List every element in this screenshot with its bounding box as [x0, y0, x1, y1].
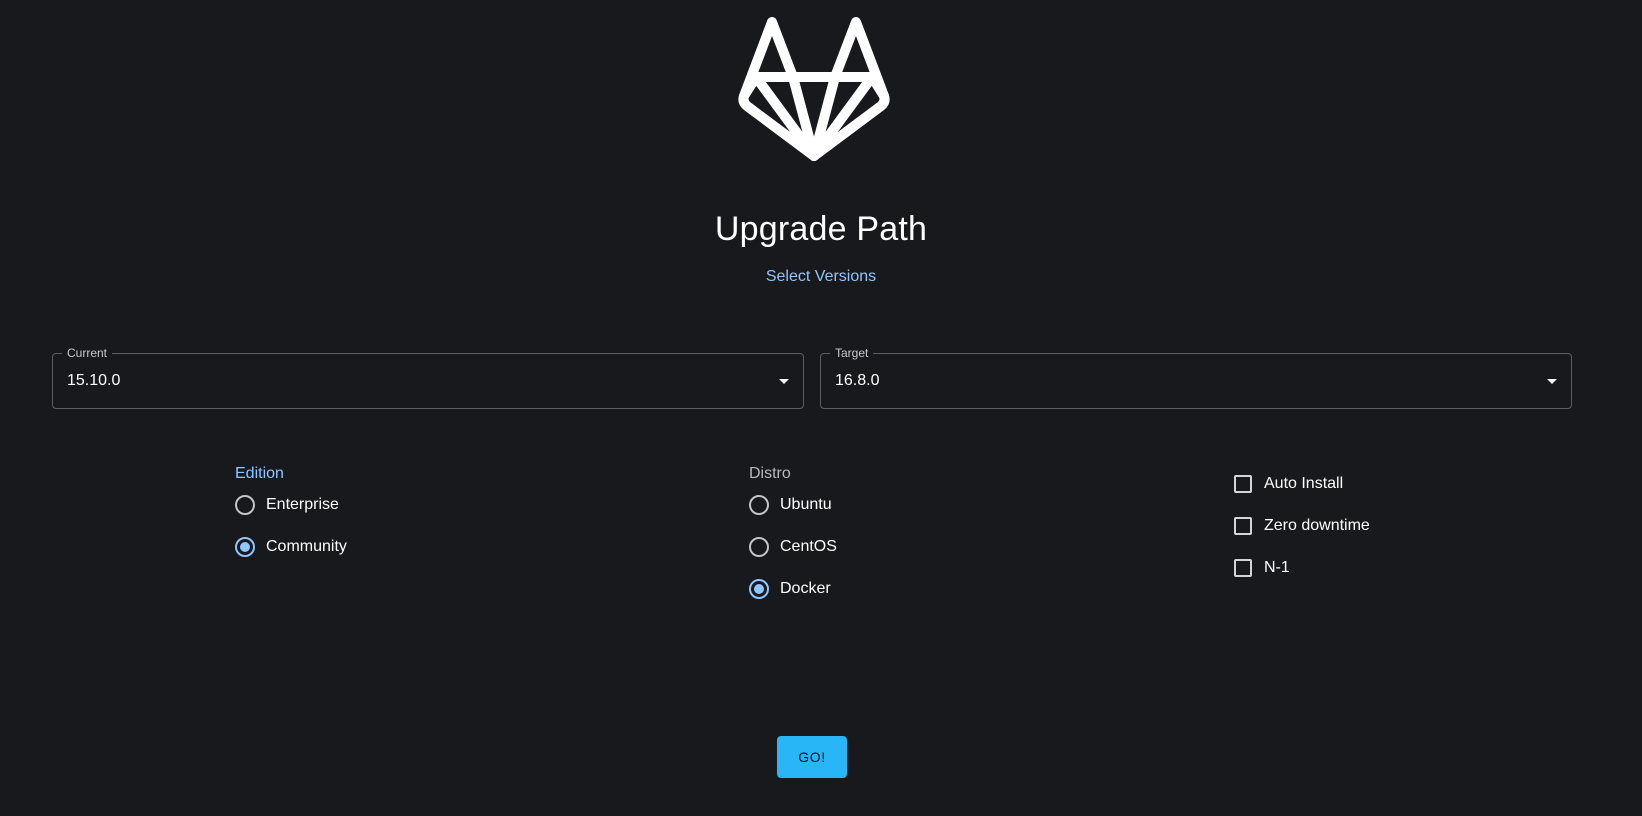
radio-unchecked-icon[interactable]: [235, 495, 255, 515]
checkbox-label: N-1: [1264, 559, 1290, 576]
radio-label: CentOS: [780, 538, 837, 555]
page-title: Upgrade Path: [714, 210, 928, 248]
edition-label: Edition: [235, 465, 284, 482]
checkbox-icon[interactable]: [1234, 517, 1252, 535]
radio-unchecked-icon[interactable]: [749, 537, 769, 557]
current-version-select[interactable]: Current 15.10.0: [52, 346, 804, 409]
dropdown-arrow-icon: [779, 379, 789, 384]
checkbox-label: Zero downtime: [1264, 517, 1370, 534]
target-version-label: Target: [830, 346, 874, 360]
radio-label: Ubuntu: [780, 496, 832, 513]
distro-radio-ubuntu[interactable]: Ubuntu: [749, 493, 832, 517]
upgrade-path-page: Upgrade Path Select Versions Current 15.…: [0, 0, 1642, 816]
edition-radio-community[interactable]: Community: [235, 535, 347, 559]
checkbox-icon[interactable]: [1234, 559, 1252, 577]
edition-radio-enterprise[interactable]: Enterprise: [235, 493, 339, 517]
distro-label: Distro: [749, 465, 791, 482]
radio-label: Community: [266, 538, 347, 555]
radio-label: Enterprise: [266, 496, 339, 513]
checkbox-icon[interactable]: [1234, 475, 1252, 493]
distro-radio-centos[interactable]: CentOS: [749, 535, 837, 559]
auto-install-checkbox[interactable]: Auto Install: [1234, 472, 1343, 496]
target-version-select[interactable]: Target 16.8.0: [820, 346, 1572, 409]
target-version-value: 16.8.0: [835, 372, 880, 389]
current-version-label: Current: [62, 346, 113, 360]
n-minus-1-checkbox[interactable]: N-1: [1234, 556, 1290, 580]
radio-checked-icon[interactable]: [749, 579, 769, 599]
current-version-value: 15.10.0: [67, 372, 121, 389]
distro-radio-docker[interactable]: Docker: [749, 577, 831, 601]
checkbox-label: Auto Install: [1264, 475, 1344, 492]
go-button[interactable]: GO!: [777, 736, 847, 778]
radio-checked-icon[interactable]: [235, 537, 255, 557]
page-subtitle: Select Versions: [765, 268, 877, 285]
zero-downtime-checkbox[interactable]: Zero downtime: [1234, 514, 1370, 538]
gitlab-tanuki-icon: [738, 17, 890, 161]
dropdown-arrow-icon: [1547, 379, 1557, 384]
radio-label: Docker: [780, 580, 831, 597]
radio-unchecked-icon[interactable]: [749, 495, 769, 515]
